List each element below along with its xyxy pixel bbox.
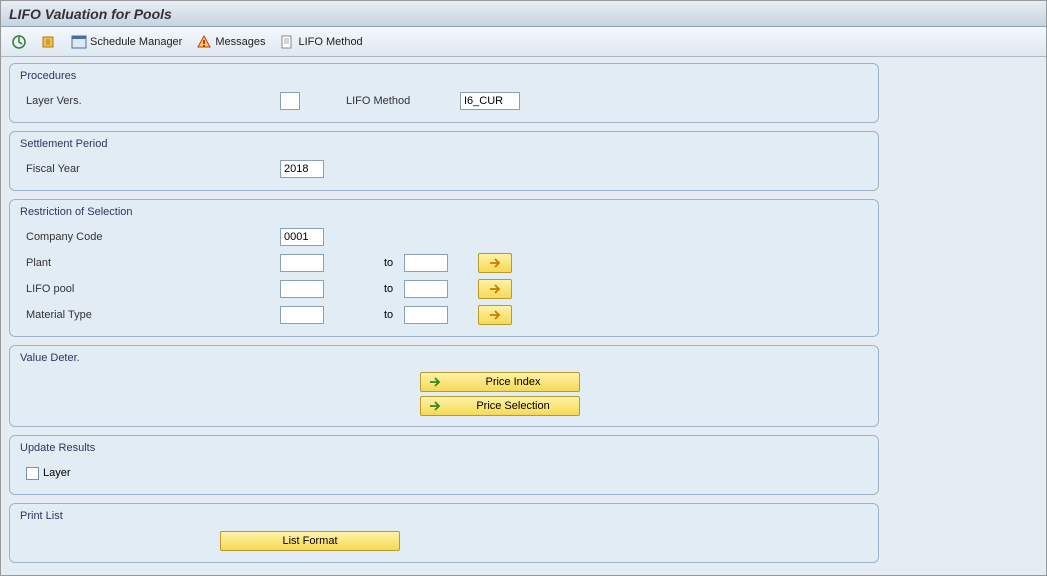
- company-code-input[interactable]: [280, 228, 324, 246]
- arrow-right-green-icon: [427, 398, 443, 414]
- plant-multi-select-button[interactable]: [478, 253, 512, 273]
- group-restriction: Restriction of Selection Company Code Pl…: [9, 199, 879, 337]
- page-title: LIFO Valuation for Pools: [9, 6, 172, 22]
- variant-icon: [41, 34, 57, 50]
- execute-button[interactable]: [7, 32, 31, 52]
- arrow-right-icon: [487, 307, 503, 323]
- price-selection-label: Price Selection: [453, 400, 573, 412]
- plant-label: Plant: [20, 257, 140, 269]
- lifo-pool-to-input[interactable]: [404, 280, 448, 298]
- lifo-method-input[interactable]: [460, 92, 520, 110]
- lifo-pool-to-label: to: [324, 283, 404, 295]
- content-area: Procedures Layer Vers. LIFO Method Settl…: [1, 57, 1046, 575]
- group-value-deter-title: Value Deter.: [20, 350, 868, 370]
- group-value-deter: Value Deter. Price Index Price Selection: [9, 345, 879, 427]
- plant-to-input[interactable]: [404, 254, 448, 272]
- messages-button[interactable]: Messages: [192, 32, 269, 52]
- fiscal-year-label: Fiscal Year: [20, 163, 140, 175]
- messages-icon: [196, 34, 212, 50]
- toolbar: Schedule Manager Messages LIFO Method: [1, 27, 1046, 57]
- variant-button[interactable]: [37, 32, 61, 52]
- group-update-results: Update Results Layer: [9, 435, 879, 495]
- company-code-label: Company Code: [20, 231, 140, 243]
- price-index-button[interactable]: Price Index: [420, 372, 580, 392]
- arrow-right-icon: [487, 255, 503, 271]
- title-bar: LIFO Valuation for Pools: [1, 1, 1046, 27]
- group-settlement: Settlement Period Fiscal Year: [9, 131, 879, 191]
- material-type-from-input[interactable]: [280, 306, 324, 324]
- group-print-list-title: Print List: [20, 508, 868, 528]
- fiscal-year-input[interactable]: [280, 160, 324, 178]
- price-selection-button[interactable]: Price Selection: [420, 396, 580, 416]
- lifo-pool-from-input[interactable]: [280, 280, 324, 298]
- schedule-manager-icon: [71, 34, 87, 50]
- schedule-manager-button[interactable]: Schedule Manager: [67, 32, 186, 52]
- messages-label: Messages: [215, 36, 265, 48]
- layer-vers-input[interactable]: [280, 92, 300, 110]
- layer-checkbox[interactable]: [26, 467, 39, 480]
- arrow-right-green-icon: [427, 374, 443, 390]
- material-type-to-input[interactable]: [404, 306, 448, 324]
- group-settlement-title: Settlement Period: [20, 136, 868, 156]
- group-print-list: Print List List Format: [9, 503, 879, 563]
- lifo-pool-multi-select-button[interactable]: [478, 279, 512, 299]
- lifo-method-button[interactable]: LIFO Method: [275, 32, 366, 52]
- plant-to-label: to: [324, 257, 404, 269]
- list-format-label: List Format: [282, 535, 337, 547]
- material-type-multi-select-button[interactable]: [478, 305, 512, 325]
- lifo-method-field-label: LIFO Method: [340, 95, 440, 107]
- arrow-right-icon: [487, 281, 503, 297]
- schedule-manager-label: Schedule Manager: [90, 36, 182, 48]
- lifo-pool-label: LIFO pool: [20, 283, 140, 295]
- layer-checkbox-label: Layer: [43, 467, 71, 479]
- group-procedures-title: Procedures: [20, 68, 868, 88]
- plant-from-input[interactable]: [280, 254, 324, 272]
- execute-icon: [11, 34, 27, 50]
- material-type-to-label: to: [324, 309, 404, 321]
- lifo-method-icon: [279, 34, 295, 50]
- group-procedures: Procedures Layer Vers. LIFO Method: [9, 63, 879, 123]
- group-restriction-title: Restriction of Selection: [20, 204, 868, 224]
- price-index-label: Price Index: [453, 376, 573, 388]
- material-type-label: Material Type: [20, 309, 140, 321]
- group-update-results-title: Update Results: [20, 440, 868, 460]
- layer-vers-label: Layer Vers.: [20, 95, 140, 107]
- list-format-button[interactable]: List Format: [220, 531, 400, 551]
- lifo-method-label: LIFO Method: [298, 36, 362, 48]
